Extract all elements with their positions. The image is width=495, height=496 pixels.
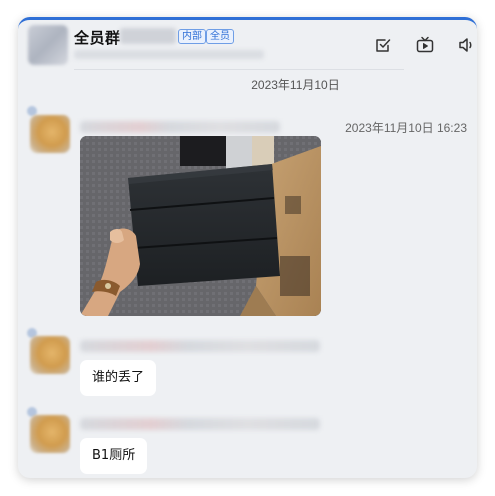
- group-name[interactable]: 全员群: [74, 27, 121, 48]
- tag-internal: 内部: [178, 29, 206, 44]
- sender-avatar[interactable]: [30, 115, 70, 153]
- speaker-icon[interactable]: [458, 36, 476, 54]
- sender-name-redacted: [80, 121, 280, 133]
- message-image[interactable]: [80, 136, 321, 316]
- sender-name-redacted: [80, 340, 320, 352]
- tag-all-staff: 全员: [206, 29, 234, 44]
- task-check-icon[interactable]: [374, 36, 392, 54]
- header-divider: [74, 69, 404, 70]
- chat-header: 全员群 内部 全员: [18, 20, 477, 70]
- sender-avatar[interactable]: [30, 336, 70, 374]
- tv-play-icon[interactable]: [416, 36, 434, 54]
- chat-window: 全员群 内部 全员 2023年11月10日 2023年11月10日 16:23 …: [18, 17, 477, 478]
- sender-name-redacted: [80, 418, 320, 430]
- group-subtitle-redacted: [74, 50, 264, 59]
- group-name-redacted: [120, 28, 176, 44]
- message-timestamp: 2023年11月10日 16:23: [345, 121, 467, 135]
- sender-avatar[interactable]: [30, 415, 70, 453]
- message-bubble[interactable]: B1厕所: [80, 438, 148, 474]
- message-bubble[interactable]: 谁的丢了: [80, 360, 157, 396]
- date-separator: 2023年11月10日: [251, 78, 340, 92]
- group-avatar[interactable]: [28, 25, 68, 65]
